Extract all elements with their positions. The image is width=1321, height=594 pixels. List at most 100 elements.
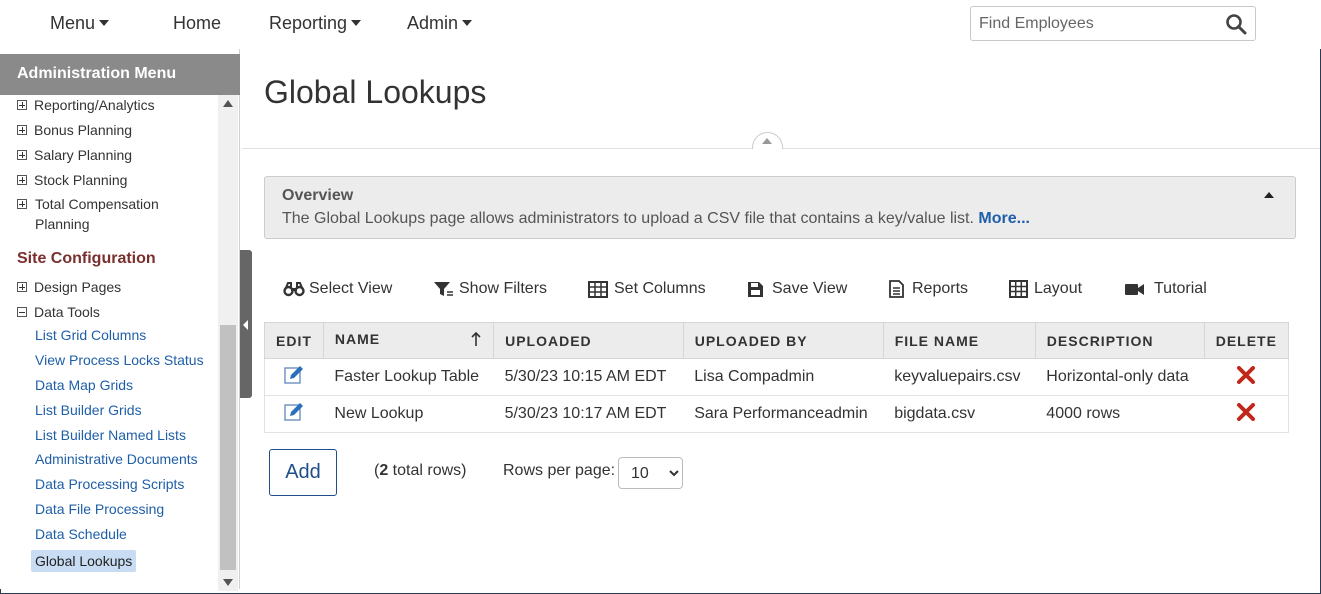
overview-more-link[interactable]: More... — [978, 210, 1030, 227]
sidebar-item-bonus-planning[interactable]: Bonus Planning — [17, 120, 132, 140]
reporting-dropdown[interactable]: Reporting — [269, 13, 362, 34]
expand-icon[interactable] — [17, 199, 27, 209]
save-view-label: Save View — [772, 280, 848, 297]
link-list-builder-grids[interactable]: List Builder Grids — [35, 402, 142, 418]
save-icon — [748, 282, 763, 297]
table-row: Faster Lookup Table 5/30/23 10:15 AM EDT… — [264, 358, 1290, 396]
scroll-thumb[interactable] — [220, 325, 236, 570]
link-list-grid-columns[interactable]: List Grid Columns — [35, 327, 146, 343]
add-button[interactable]: Add — [269, 449, 337, 496]
sidebar-collapse-handle[interactable] — [240, 250, 252, 398]
col-name[interactable]: NAME — [322, 322, 495, 359]
sidebar-scrollbar[interactable] — [218, 95, 238, 591]
sidebar-item-data-tools[interactable]: Data Tools — [17, 302, 100, 322]
cell-uploaded-by: Lisa Compadmin — [683, 358, 884, 396]
link-administrative-documents[interactable]: Administrative Documents — [35, 451, 198, 467]
col-uploaded-by[interactable]: UPLOADED BY — [682, 322, 884, 359]
cell-description: Horizontal-only data — [1035, 358, 1205, 396]
chevron-down-icon — [99, 20, 110, 27]
admin-dropdown[interactable]: Admin — [407, 13, 473, 34]
table-row: New Lookup 5/30/23 10:17 AM EDT Sara Per… — [264, 395, 1290, 433]
expand-icon[interactable] — [17, 125, 27, 135]
col-edit: EDIT — [264, 322, 324, 359]
sidebar-tree: Reporting/Analytics Bonus Planning Salar… — [0, 95, 218, 591]
sidebar-item-label: Stock Planning — [34, 172, 128, 188]
chevron-down-icon — [351, 20, 362, 27]
sidebar-item-design-pages[interactable]: Design Pages — [17, 277, 121, 297]
admin-sidebar: Administration Menu Reporting/Analytics … — [0, 49, 240, 591]
search-input[interactable] — [971, 7, 1221, 40]
layout-grid-icon — [1009, 280, 1028, 298]
binoculars-icon — [283, 282, 305, 297]
sidebar-item-total-compensation[interactable]: Total Compensation Planning — [17, 194, 187, 234]
sidebar-item-label: Design Pages — [34, 279, 122, 295]
layout-label: Layout — [1034, 280, 1083, 297]
sidebar-item-label: Reporting/Analytics — [34, 97, 155, 113]
overview-description: The Global Lookups page allows administr… — [282, 210, 974, 227]
filter-icon — [434, 282, 453, 296]
document-icon — [889, 280, 904, 298]
sidebar-item-label: Data Tools — [34, 304, 100, 320]
total-rows-number: 2 — [379, 462, 389, 479]
cell-file-name: keyvaluepairs.csv — [883, 358, 1036, 396]
sidebar-item-label: Salary Planning — [34, 147, 133, 163]
edit-cell — [264, 395, 324, 433]
expand-icon[interactable] — [17, 282, 27, 292]
sidebar-item-reporting-analytics[interactable]: Reporting/Analytics — [17, 95, 155, 115]
select-view-label: Select View — [309, 280, 393, 297]
cell-file-name: bigdata.csv — [883, 395, 1036, 433]
reporting-label: Reporting — [269, 13, 348, 33]
top-nav: Menu Home Reporting Admin — [0, 0, 1321, 49]
video-camera-icon — [1125, 284, 1144, 295]
link-list-builder-named-lists[interactable]: List Builder Named Lists — [35, 427, 186, 443]
scroll-down-icon[interactable] — [223, 579, 233, 586]
link-data-processing-scripts[interactable]: Data Processing Scripts — [35, 476, 184, 492]
cell-uploaded: 5/30/23 10:17 AM EDT — [493, 395, 684, 433]
link-global-lookups[interactable]: Global Lookups — [31, 550, 137, 572]
rows-per-page-select[interactable]: 10 — [618, 457, 683, 489]
delete-x-icon[interactable] — [1237, 402, 1256, 421]
overview-text: The Global Lookups page allows administr… — [282, 210, 1030, 228]
scroll-up-icon[interactable] — [223, 100, 233, 107]
lookups-table: EDIT NAME UPLOADED UPLOADED BY FILE NAME… — [264, 322, 1290, 433]
expand-icon[interactable] — [17, 100, 27, 110]
expand-icon[interactable] — [17, 175, 27, 185]
col-description[interactable]: DESCRIPTION — [1034, 322, 1205, 359]
cell-name: New Lookup — [323, 395, 494, 433]
delete-x-icon[interactable] — [1237, 365, 1256, 384]
cell-name: Faster Lookup Table — [323, 358, 494, 396]
cell-uploaded: 5/30/23 10:15 AM EDT — [493, 358, 684, 396]
col-uploaded[interactable]: UPLOADED — [493, 322, 684, 359]
search-icon[interactable] — [1225, 13, 1247, 35]
col-file-name[interactable]: FILE NAME — [882, 322, 1036, 359]
show-filters-label: Show Filters — [459, 280, 548, 297]
delete-cell — [1204, 395, 1290, 433]
home-link[interactable]: Home — [173, 13, 221, 34]
cell-description: 4000 rows — [1035, 395, 1205, 433]
link-data-schedule[interactable]: Data Schedule — [35, 526, 127, 542]
table-header-row: EDIT NAME UPLOADED UPLOADED BY FILE NAME… — [264, 322, 1290, 359]
sidebar-item-salary-planning[interactable]: Salary Planning — [17, 145, 132, 165]
sidebar-header: Administration Menu — [0, 54, 240, 95]
sidebar-item-label: Bonus Planning — [34, 122, 133, 138]
edit-pencil-icon[interactable] — [283, 402, 305, 422]
employee-search — [970, 6, 1256, 41]
expand-icon[interactable] — [17, 150, 27, 160]
link-data-file-processing[interactable]: Data File Processing — [35, 501, 164, 517]
link-data-map-grids[interactable]: Data Map Grids — [35, 377, 133, 393]
sort-ascending-icon[interactable] — [470, 331, 482, 350]
overview-panel: Overview The Global Lookups page allows … — [264, 176, 1296, 239]
tutorial-label: Tutorial — [1154, 280, 1207, 297]
collapse-icon[interactable] — [17, 307, 27, 317]
link-view-process-locks[interactable]: View Process Locks Status — [35, 352, 204, 368]
menu-label: Menu — [50, 13, 96, 33]
total-rows-count: (2 total rows) — [374, 462, 466, 480]
sidebar-item-label: Total Compensation Planning — [35, 196, 159, 232]
edit-pencil-icon[interactable] — [283, 365, 305, 385]
sidebar-item-stock-planning[interactable]: Stock Planning — [17, 170, 127, 190]
menu-dropdown[interactable]: Menu — [50, 13, 110, 34]
grid-icon — [588, 281, 608, 298]
col-delete: DELETE — [1203, 322, 1290, 359]
collapse-overview-icon[interactable] — [1264, 192, 1274, 198]
edit-cell — [264, 358, 324, 396]
